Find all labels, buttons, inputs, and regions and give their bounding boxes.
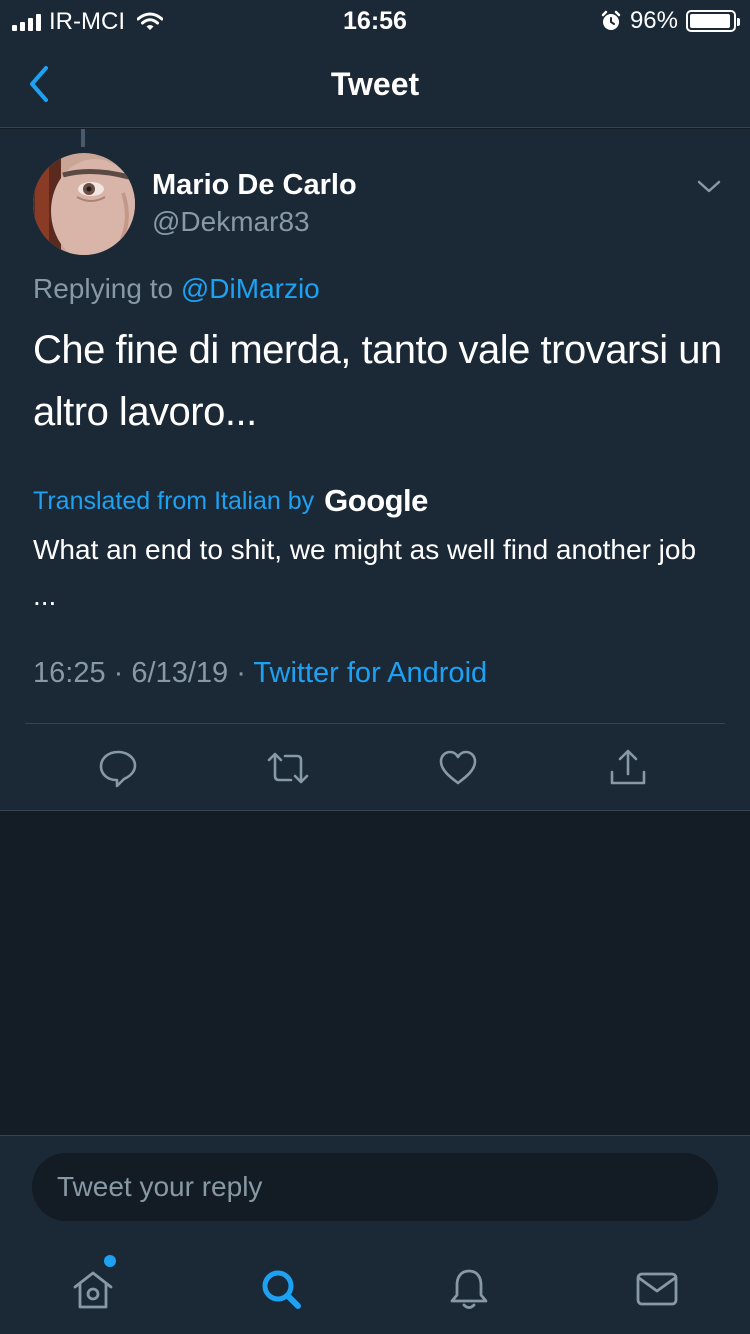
tab-home[interactable]	[63, 1259, 123, 1319]
tab-search[interactable]	[251, 1259, 311, 1319]
reply-icon	[99, 750, 137, 788]
tab-bar	[0, 1239, 750, 1334]
reply-button[interactable]	[93, 743, 143, 793]
user-handle[interactable]: @Dekmar83	[152, 206, 310, 238]
tweet-text: Che fine di merda, tanto vale trovarsi u…	[33, 328, 722, 434]
display-name[interactable]: Mario De Carlo	[152, 169, 357, 202]
status-right: 96%	[600, 7, 740, 35]
share-icon	[610, 749, 646, 785]
thread-connector-line	[81, 129, 85, 147]
google-logo: Google	[324, 483, 428, 518]
battery-icon	[686, 10, 740, 32]
like-icon	[439, 750, 477, 785]
reply-bar	[0, 1135, 750, 1239]
meta-separator: ·	[113, 657, 124, 689]
tweet-meta: 16:25 · 6/13/19 · Twitter for Android	[33, 657, 487, 690]
share-button[interactable]	[603, 743, 653, 793]
avatar-photo	[33, 153, 135, 255]
more-options-button[interactable]	[694, 177, 724, 197]
translation-attribution: Translated from Italian by Google	[33, 483, 428, 519]
status-bar: IR-MCI 16:56 96%	[0, 0, 750, 40]
translated-text: What an end to shit, we might as well fi…	[33, 534, 697, 611]
tweet-date: 6/13/19	[131, 657, 229, 689]
replying-to: Replying to @DiMarzio	[33, 273, 320, 305]
like-button[interactable]	[433, 743, 483, 793]
meta-separator: ·	[236, 657, 246, 689]
battery-percent: 96%	[629, 7, 678, 34]
tweet-detail: Mario De Carlo @Dekmar83 Replying to @Di…	[0, 129, 750, 811]
retweet-icon	[267, 752, 309, 784]
home-icon	[73, 1271, 113, 1309]
retweet-button[interactable]	[263, 743, 313, 793]
battery-fill	[690, 14, 731, 28]
messages-icon	[636, 1272, 678, 1306]
tab-messages[interactable]	[627, 1259, 687, 1319]
replying-mention-link[interactable]: @DiMarzio	[181, 273, 320, 304]
nav-bar: Tweet	[0, 40, 750, 128]
chevron-down-icon	[697, 180, 721, 193]
avatar[interactable]	[33, 153, 135, 255]
replying-prefix: Replying to	[33, 273, 174, 304]
reply-input[interactable]	[32, 1153, 718, 1221]
search-icon	[262, 1270, 301, 1309]
notifications-icon	[450, 1269, 488, 1309]
alarm-icon	[601, 10, 621, 30]
divider	[25, 723, 725, 724]
tweet-time: 16:25	[33, 657, 106, 689]
page-title: Tweet	[330, 66, 420, 102]
new-content-indicator	[104, 1255, 116, 1267]
tab-notifications[interactable]	[439, 1259, 499, 1319]
translated-label[interactable]: Translated from Italian by	[33, 487, 314, 516]
tweet-actions	[0, 743, 750, 793]
tweet-source-link[interactable]: Twitter for Android	[253, 657, 487, 689]
